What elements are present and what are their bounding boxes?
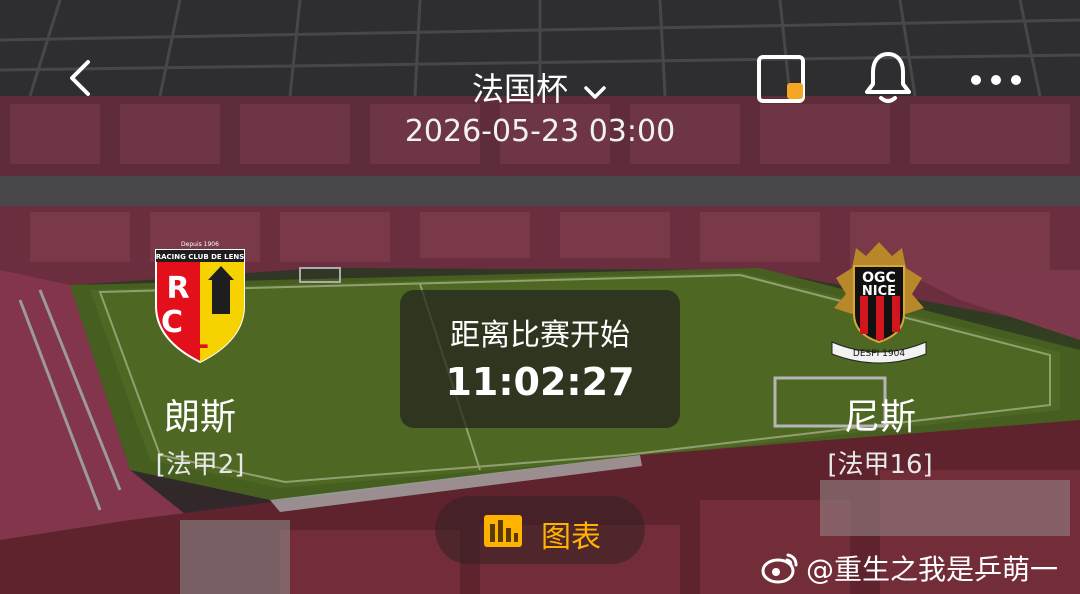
weibo-icon	[761, 553, 798, 584]
more-button[interactable]	[966, 60, 1026, 100]
countdown-label: 距离比赛开始	[450, 318, 630, 353]
svg-text:C: C	[161, 305, 183, 340]
away-team-name: 尼斯	[843, 397, 916, 438]
countdown-panel: 距离比赛开始 11:02:27	[400, 290, 680, 428]
away-team-logo[interactable]: OGC NICE DESPI 1904	[826, 238, 932, 366]
notification-button[interactable]	[860, 48, 916, 106]
picture-in-picture-icon	[757, 55, 805, 103]
chevron-down-icon	[582, 72, 608, 110]
crest-text-nice: NICE	[862, 284, 896, 299]
ogc-nice-crest-icon: OGC NICE DESPI 1904	[831, 242, 927, 364]
rc-lens-crest-icon: Depuis 1906 RACING CLUB DE LENS R C L	[155, 241, 245, 364]
home-team-rank: [法甲2]	[155, 450, 245, 480]
bell-icon	[865, 52, 911, 103]
competition-title: 法国杯	[471, 70, 568, 108]
match-datetime: 2026-05-23 03:00	[404, 114, 676, 149]
match-header: 法国杯 2026-05-23 03:00 Depuis 1906 RACING …	[0, 0, 1080, 594]
svg-text:L: L	[192, 325, 209, 355]
chart-button-label: 图表	[541, 520, 601, 555]
chart-button[interactable]: 图表	[435, 496, 645, 564]
crest-caption: RACING CLUB DE LENS	[156, 253, 245, 261]
crest-small-text: Depuis 1906	[181, 241, 219, 248]
picture-in-picture-button[interactable]	[755, 53, 811, 105]
watermark-text: @重生之我是乒萌一	[806, 553, 1059, 586]
watermark: @重生之我是乒萌一	[760, 548, 1058, 588]
crest-caption-nice: DESPI 1904	[853, 349, 905, 359]
countdown-timer: 11:02:27	[445, 360, 635, 404]
home-team-name: 朗斯	[163, 397, 236, 438]
more-horizontal-icon	[971, 75, 1021, 85]
competition-selector[interactable]: 法国杯	[0, 64, 1080, 110]
svg-text:R: R	[166, 271, 189, 306]
away-team-rank: [法甲16]	[827, 450, 933, 480]
home-team-logo[interactable]: Depuis 1906 RACING CLUB DE LENS R C L	[150, 236, 250, 364]
bar-chart-icon	[484, 515, 522, 547]
